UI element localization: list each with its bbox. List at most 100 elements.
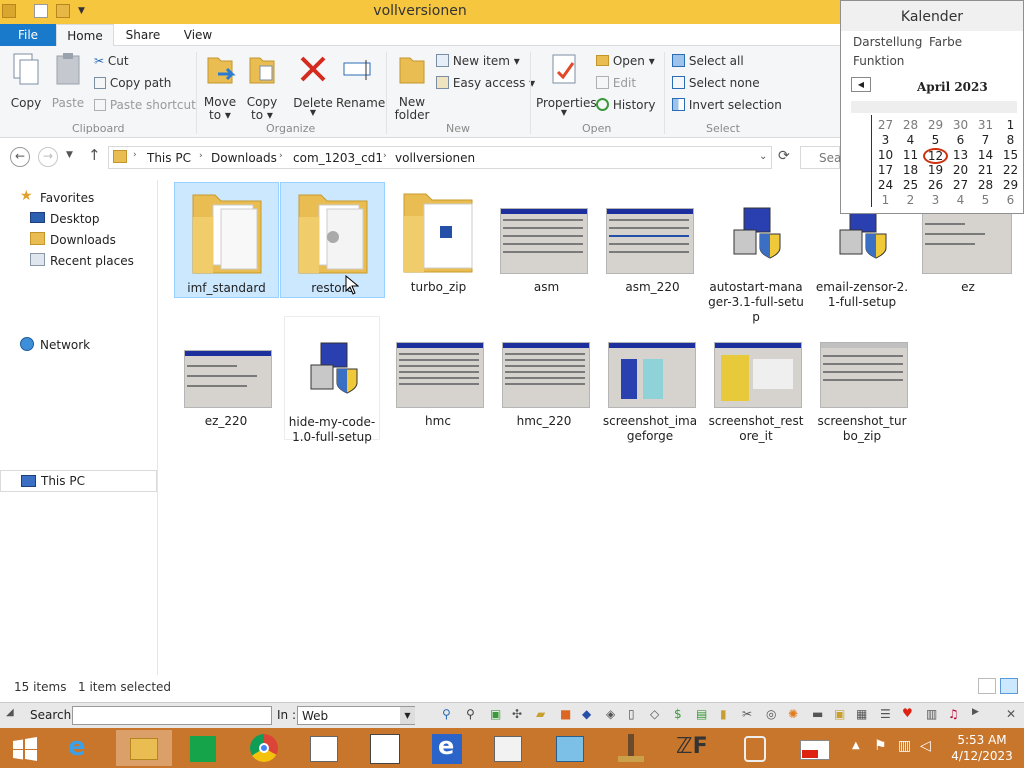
cut-button[interactable]: ✂ Cut [94,54,129,68]
calendar-day[interactable]: 26 [923,178,948,192]
calendar-day[interactable]: 27 [873,118,898,132]
calendar-menu-darstellung[interactable]: Darstellung [853,35,922,49]
calendar-day[interactable]: 5 [973,193,998,207]
recent-locations-icon[interactable]: ▼ [66,150,73,160]
paste-shortcut-button[interactable]: Paste shortcut [94,98,196,112]
calendar-day[interactable]: 29 [923,118,948,132]
file-item[interactable]: screenshot_turbo_zip [814,316,910,443]
taskbar-app-tool[interactable]: ℤF [666,730,722,766]
select-none-button[interactable]: Select none [672,76,760,90]
battery-tool-icon[interactable]: ▯ [628,707,635,721]
tab-view[interactable]: View [174,24,222,46]
calendar-day[interactable]: 8 [998,133,1023,147]
forward-icon[interactable]: → [38,147,58,167]
disk-tool-icon[interactable]: ◆ [582,707,591,721]
file-item[interactable]: screenshot_restore_it [708,316,804,443]
calendar-day[interactable]: 6 [948,133,973,147]
calendar-day[interactable]: 28 [973,178,998,192]
calendar-day-today[interactable]: 12 [923,148,948,164]
history-button[interactable]: History [596,98,656,112]
address-bar[interactable]: › This PC › Downloads › com_1203_cd1 › v… [108,146,772,169]
close-icon[interactable]: ✕ [1006,707,1016,721]
file-item[interactable]: hmc [390,316,486,440]
box-tool-icon[interactable]: ▣ [834,707,845,721]
calendar-day[interactable]: 3 [873,133,898,147]
taskbar-app-joystick[interactable] [604,730,660,766]
copy-path-button[interactable]: Copy path [94,76,171,90]
chevron-right-icon[interactable]: › [199,151,203,161]
file-item[interactable]: screenshot_imageforge [602,316,698,443]
file-item[interactable]: asm_220 [600,182,705,298]
taskbar-app-red[interactable] [788,730,844,766]
chevron-right-icon[interactable]: › [279,151,283,161]
move-to-button[interactable]: Move to ▾ [200,52,240,122]
calendar-day[interactable]: 29 [998,178,1023,192]
select-all-button[interactable]: Select all [672,54,744,68]
file-item[interactable]: hmc_220 [496,316,592,440]
calendar-day[interactable]: 11 [898,148,923,162]
zoom-icon[interactable]: ⚲ [466,707,475,721]
file-item[interactable]: restore [280,182,385,298]
calendar-day[interactable]: 31 [973,118,998,132]
up-arrow-icon[interactable]: ↑ [88,146,101,164]
large-icons-view-icon[interactable] [1000,678,1018,694]
eye-tool-icon[interactable]: ◎ [766,707,776,721]
calendar-day[interactable]: 4 [948,193,973,207]
taskbar-app-phone[interactable] [728,730,784,766]
taskbar-app-notes[interactable] [358,730,414,766]
taskbar-app-list[interactable] [296,730,352,766]
list-tool-icon[interactable]: ☰ [880,707,891,721]
file-item[interactable]: ez_220 [178,316,274,440]
taskbar-file-explorer[interactable] [116,730,172,766]
scissors-tool-icon[interactable]: ✂ [742,707,752,721]
chevron-right-icon[interactable]: › [383,151,387,161]
refresh-icon[interactable]: ⟳ [778,148,790,164]
network-tool-icon[interactable]: ✣ [512,707,522,721]
tab-file[interactable]: File [0,24,56,46]
file-item[interactable]: imf_standard [174,182,279,298]
breadcrumb-vollversionen[interactable]: vollversionen [395,151,475,165]
calendar-day[interactable]: 2 [898,193,923,207]
chevron-down-icon[interactable]: ▼ [400,707,415,724]
heart-tool-icon[interactable]: ♥ [902,706,913,720]
file-item[interactable]: hide-my-code-1.0-full-setup [284,316,380,444]
taskbar-store[interactable] [176,730,232,766]
clipboard-tool-icon[interactable]: ▣ [490,707,501,721]
breadcrumb-downloads[interactable]: Downloads [211,151,277,165]
calendar-day[interactable]: 17 [873,163,898,177]
sun-tool-icon[interactable]: ✺ [788,707,798,721]
invert-selection-button[interactable]: Invert selection [672,98,782,112]
start-button[interactable] [0,730,56,766]
calendar-day[interactable]: 1 [873,193,898,207]
search-engine-select[interactable]: Web ▼ [297,706,415,725]
search-input[interactable] [72,706,272,725]
calendar-day[interactable]: 7 [973,133,998,147]
network-tray-icon[interactable]: ▥ [898,738,911,754]
pencil-tool-icon[interactable]: ▮ [720,707,727,721]
file-item[interactable]: autostart-manager-3.1-full-setup [708,182,804,324]
calendar-day[interactable]: 5 [923,133,948,147]
copy-button[interactable]: Copy [6,52,46,112]
breadcrumb-thispc[interactable]: This PC [147,151,191,165]
edit-button[interactable]: Edit [596,76,636,90]
calendar-day[interactable]: 10 [873,148,898,162]
music-tool-icon[interactable]: ♫ [948,707,959,721]
search-icon[interactable]: ⚲ [442,707,451,721]
chevron-up-icon[interactable]: ▲ [852,740,860,751]
calendar-day[interactable]: 6 [998,193,1023,207]
calendar-day[interactable]: 3 [923,193,948,207]
chevron-down-icon[interactable]: ⌄ [759,151,767,162]
calculator-tool-icon[interactable]: ▥ [926,707,937,721]
calendar-day[interactable]: 25 [898,178,923,192]
calendar-day[interactable]: 19 [923,163,948,177]
taskbar-chrome[interactable] [236,730,292,766]
calendar-day[interactable]: 1 [998,118,1023,132]
taskbar-app-cube[interactable] [542,730,598,766]
calendar-day[interactable]: 20 [948,163,973,177]
copy-to-button[interactable]: Copy to ▾ [242,52,282,122]
action-center-icon[interactable]: ⚑ [874,738,887,754]
calendar-day[interactable]: 13 [948,148,973,162]
calendar-menu-farbe[interactable]: Farbe [929,35,962,49]
nav-this-pc[interactable]: This PC [0,470,157,492]
system-clock[interactable]: 5:53 AM 4/12/2023 [944,732,1020,764]
